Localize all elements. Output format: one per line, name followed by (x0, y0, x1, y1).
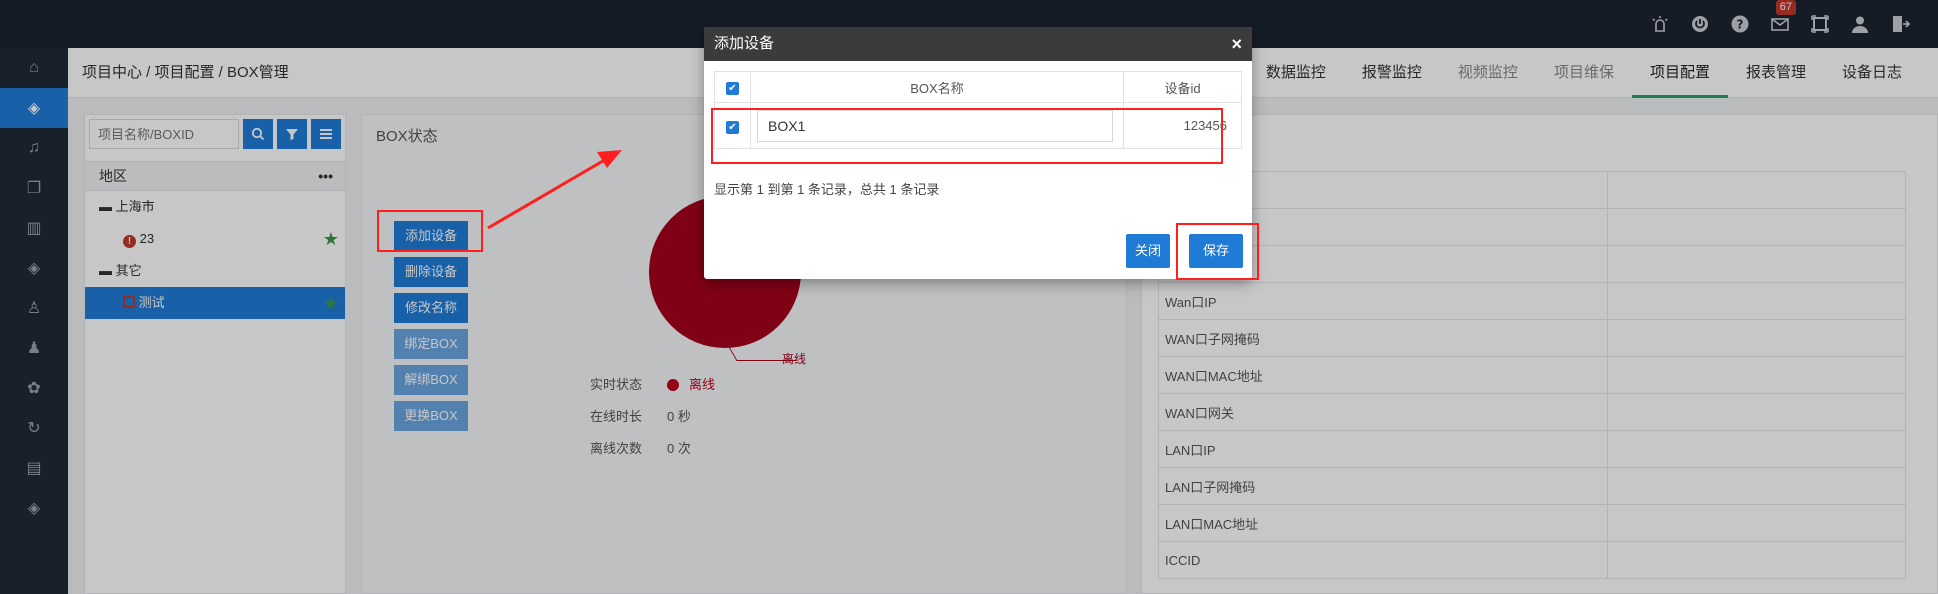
close-icon[interactable]: × (1231, 27, 1242, 61)
dialog-title: 添加设备 (714, 35, 775, 52)
annotation-highlight (711, 108, 1223, 164)
select-all-checkbox[interactable]: ✔ (726, 82, 739, 95)
annotation-highlight (377, 210, 483, 252)
col-box-name: BOX名称 (750, 71, 1124, 103)
annotation-highlight (1176, 223, 1259, 280)
col-device-id: 设备id (1123, 71, 1242, 103)
dialog-header: 添加设备 × (704, 27, 1252, 61)
table-header-row: ✔ BOX名称 设备id (714, 71, 1242, 103)
close-button[interactable]: 关闭 (1126, 234, 1170, 268)
select-all-cell: ✔ (714, 71, 751, 103)
pagination-info: 显示第 1 到第 1 条记录，总共 1 条记录 (714, 182, 940, 197)
